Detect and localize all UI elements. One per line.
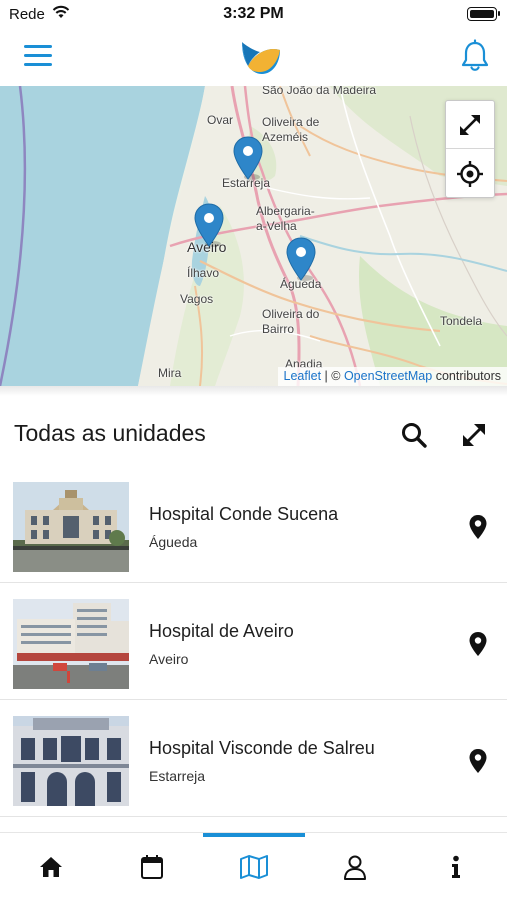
map-locate-button[interactable]	[446, 150, 494, 198]
tab-profile[interactable]	[304, 833, 405, 900]
map-label: Oliveira do Bairro	[262, 307, 320, 336]
list-header: Todas as unidades	[0, 404, 507, 464]
map-marker-estarreja[interactable]	[232, 135, 264, 181]
hospital-location: Estarreja	[149, 768, 206, 784]
list-item[interactable]: Hospital Conde Sucena Águeda	[0, 466, 507, 583]
map-view[interactable]: São João da Madeira Ovar Oliveira de Aze…	[0, 86, 507, 386]
battery-icon	[467, 7, 500, 21]
map-tiles	[0, 86, 507, 386]
app-logo	[242, 42, 280, 74]
map-label: Tondela	[440, 314, 483, 328]
tab-map[interactable]	[203, 833, 304, 900]
expand-arrows-icon	[460, 114, 480, 135]
hospital-list: Hospital Conde Sucena Águeda Hospital de…	[0, 466, 507, 817]
status-bar: Rede 3:32 PM	[0, 0, 507, 30]
attribution-suffix: contributors	[435, 369, 501, 383]
hospital-photo	[13, 482, 129, 572]
hospital-name: Hospital Conde Sucena	[149, 504, 339, 524]
map-fullscreen-button[interactable]	[446, 101, 494, 149]
user-icon	[343, 855, 366, 880]
hospital-name: Hospital Visconde de Salreu	[149, 738, 375, 758]
hospital-location: Aveiro	[149, 651, 189, 667]
tab-home[interactable]	[0, 833, 101, 900]
list-item[interactable]: Hospital de Aveiro Aveiro	[0, 583, 507, 700]
tab-bar	[0, 832, 507, 900]
app-header	[0, 30, 507, 86]
home-icon	[39, 857, 62, 877]
attribution-separator: | ©	[324, 369, 341, 383]
crosshair-locate-icon	[457, 161, 483, 187]
location-pin-icon[interactable]	[468, 748, 488, 774]
map-label: Mira	[158, 366, 182, 380]
hospital-photo	[13, 599, 129, 689]
map-divider-shadow	[0, 386, 507, 396]
bell-icon[interactable]	[459, 39, 491, 73]
map-marker-aveiro[interactable]	[193, 202, 225, 248]
map-marker-agueda[interactable]	[285, 236, 317, 282]
map-label: São João da Madeira	[262, 86, 377, 97]
list-item[interactable]: Hospital Visconde de Salreu Estarreja	[0, 700, 507, 817]
map-label: Oliveira de Azeméis	[262, 115, 320, 144]
info-icon	[451, 855, 460, 878]
map-label: Ílhavo	[187, 266, 220, 280]
list-title: Todas as unidades	[14, 420, 206, 446]
hospital-location: Águeda	[149, 534, 198, 550]
map-attribution: Leaflet | © OpenStreetMap contributors	[277, 367, 507, 386]
tab-info[interactable]	[405, 833, 506, 900]
search-icon[interactable]	[400, 421, 428, 449]
openstreetmap-link[interactable]: OpenStreetMap	[344, 369, 432, 383]
map-icon	[239, 855, 268, 879]
location-pin-icon[interactable]	[468, 514, 488, 540]
hamburger-menu-icon[interactable]	[24, 43, 52, 69]
location-pin-icon[interactable]	[468, 631, 488, 657]
calendar-icon	[140, 855, 163, 879]
map-label: Vagos	[180, 292, 214, 306]
hospital-name: Hospital de Aveiro	[149, 621, 294, 641]
clock: 3:32 PM	[223, 5, 284, 22]
map-label: Albergaria-a-Velha	[256, 204, 315, 233]
tab-calendar[interactable]	[101, 833, 202, 900]
expand-icon[interactable]	[460, 421, 488, 449]
hospital-photo	[13, 716, 129, 806]
leaflet-link[interactable]: Leaflet	[284, 369, 322, 383]
map-label: Ovar	[207, 113, 234, 127]
map-controls	[445, 100, 495, 198]
